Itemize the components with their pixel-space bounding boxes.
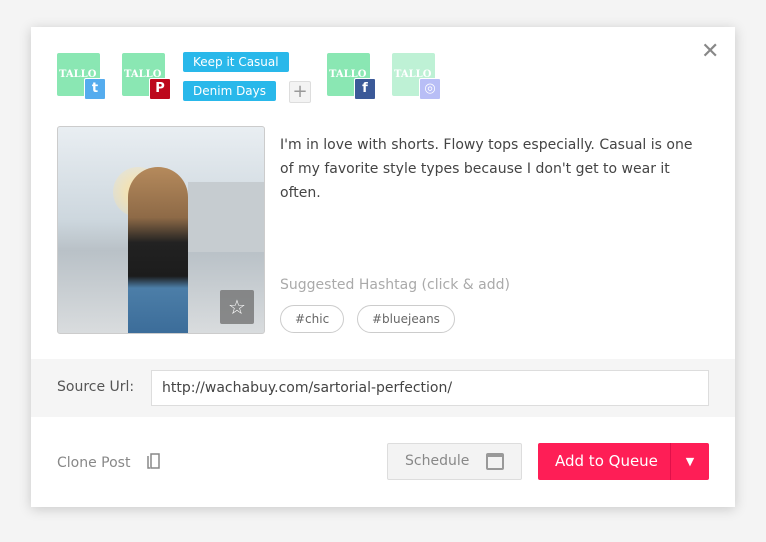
post-image: ☆ [57,126,265,334]
hashtag-chic[interactable]: #chic [280,305,345,333]
account-instagram[interactable]: TALLO ◎ [392,53,442,101]
source-url-bar: Source Url: http://wachabuy.com/sartoria… [31,359,735,417]
hashtag-bluejeans[interactable]: #bluejeans [357,305,455,333]
post-text[interactable]: I'm in love with shorts. Flowy tops espe… [280,133,700,205]
tag-denim-days[interactable]: Denim Days [183,81,277,101]
copy-icon[interactable] [147,453,163,471]
clone-post-button[interactable]: Clone Post [57,455,130,471]
chevron-down-icon[interactable]: ▼ [670,443,709,480]
source-url-input[interactable]: http://wachabuy.com/sartorial-perfection… [151,370,709,406]
close-icon[interactable]: ✕ [701,41,719,63]
twitter-icon: t [84,78,106,100]
star-icon[interactable]: ☆ [220,290,254,324]
pinterest-icon: P [149,78,171,100]
tag-keep-it-casual[interactable]: Keep it Casual [183,52,289,72]
suggested-hashtag-label: Suggested Hashtag (click & add) [280,277,510,293]
facebook-icon: f [354,78,376,100]
schedule-button[interactable]: Schedule [387,443,522,480]
post-composer-modal: ✕ TALLO t TALLO P Keep it Casual Denim D… [31,27,735,507]
add-tag-button[interactable]: + [289,81,311,103]
account-facebook[interactable]: TALLO f [327,53,377,101]
source-url-label: Source Url: [57,379,135,395]
add-to-queue-button[interactable]: Add to Queue ▼ [538,443,709,480]
account-twitter[interactable]: TALLO t [57,53,107,101]
instagram-icon: ◎ [419,78,441,100]
calendar-icon [486,453,504,470]
account-pinterest[interactable]: TALLO P [122,53,172,101]
